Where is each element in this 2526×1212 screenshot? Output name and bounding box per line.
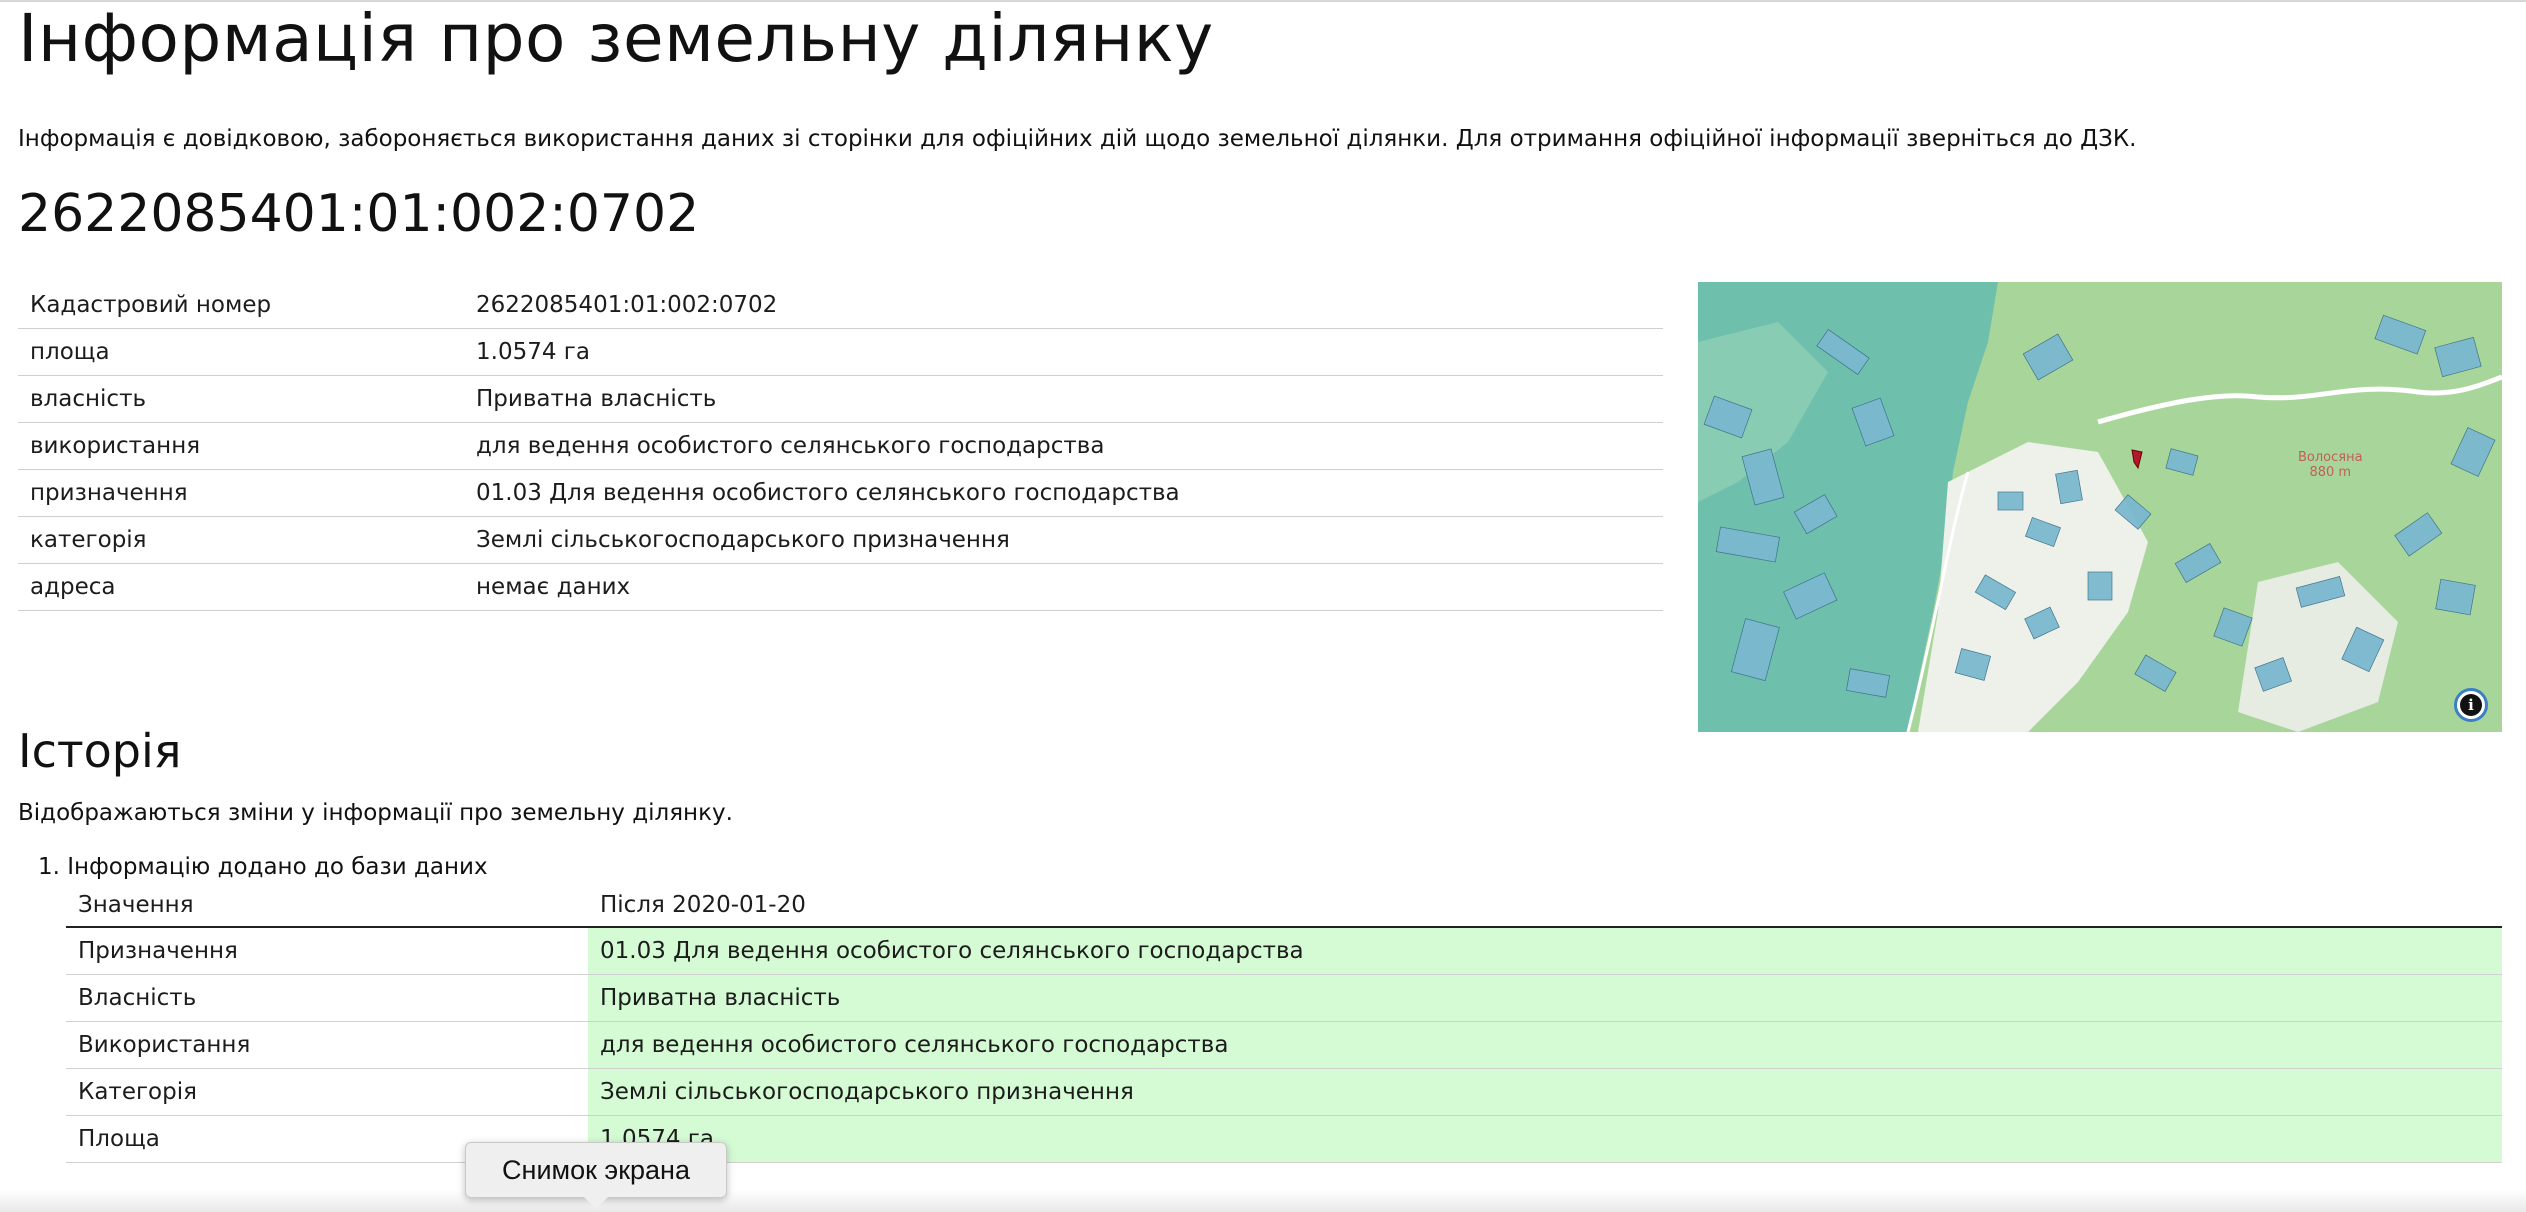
row-value: для ведення особистого селянського госпо… <box>588 1021 2502 1069</box>
table-header-row: Значення Після 2020-01-20 <box>66 884 2502 928</box>
table-row: категорія Землі сільськогосподарського пр… <box>18 516 1663 564</box>
table-row: Призначення 01.03 Для ведення особистого … <box>66 927 2502 975</box>
history-description: Відображаються зміни у інформації про зе… <box>18 800 733 826</box>
table-row: призначення 01.03 Для ведення особистого … <box>18 469 1663 517</box>
row-label: Категорія <box>66 1068 588 1116</box>
row-label: використання <box>18 422 464 470</box>
history-table: Значення Після 2020-01-20 Призначення 01.… <box>66 884 2502 1163</box>
map-canvas[interactable] <box>1698 282 2502 732</box>
row-label: Кадастровий номер <box>18 282 464 329</box>
table-row: власність Приватна власність <box>18 375 1663 423</box>
parcel-info-table: Кадастровий номер 2622085401:01:002:0702 … <box>18 282 1663 611</box>
row-value: 1.0574 га <box>588 1115 2502 1163</box>
info-icon: i <box>2460 694 2482 716</box>
history-item-title: 1. Інформацію додано до бази даних <box>38 854 488 880</box>
row-value: 01.03 Для ведення особистого селянського… <box>588 927 2502 975</box>
row-value: Землі сільськогосподарського призначення <box>588 1068 2502 1116</box>
column-header-value: Після 2020-01-20 <box>588 884 2502 928</box>
table-row: Використання для ведення особистого селян… <box>66 1021 2502 1069</box>
row-value: Приватна власність <box>588 974 2502 1022</box>
column-header-key: Значення <box>66 884 588 928</box>
row-label: Використання <box>66 1021 588 1069</box>
map-place-name: Волосяна <box>2298 450 2363 465</box>
row-value: 1.0574 га <box>464 328 1663 376</box>
map-place-label: Волосяна 880 m <box>2298 450 2363 480</box>
table-row: Категорія Землі сільськогосподарського пр… <box>66 1068 2502 1116</box>
row-label: категорія <box>18 516 464 564</box>
row-label: адреса <box>18 563 464 611</box>
row-label: призначення <box>18 469 464 517</box>
table-row: площа 1.0574 га <box>18 328 1663 376</box>
map-place-elevation: 880 m <box>2309 465 2352 480</box>
disclaimer-notice: Інформація є довідковою, забороняється в… <box>18 126 2137 152</box>
table-row: Кадастровий номер 2622085401:01:002:0702 <box>18 282 1663 329</box>
table-row: Площа 1.0574 га <box>66 1115 2502 1163</box>
row-value: Землі сільськогосподарського призначення <box>464 516 1663 564</box>
row-label: власність <box>18 375 464 423</box>
row-value: 2622085401:01:002:0702 <box>464 282 1663 329</box>
row-value: для ведення особистого селянського госпо… <box>464 422 1663 470</box>
row-value: немає даних <box>464 563 1663 611</box>
screenshot-tooltip[interactable]: Снимок экрана <box>465 1142 727 1209</box>
history-heading: Історія <box>18 724 182 778</box>
page-title: Інформація про земельну ділянку <box>18 0 1214 77</box>
row-value: Приватна власність <box>464 375 1663 423</box>
bottom-fade <box>0 1190 2526 1212</box>
map-info-button[interactable]: i <box>2454 688 2488 722</box>
parcel-map[interactable]: i <box>1698 282 2502 732</box>
row-label: площа <box>18 328 464 376</box>
table-row: Власність Приватна власність <box>66 974 2502 1022</box>
cadastral-number-heading: 2622085401:01:002:0702 <box>18 184 700 244</box>
row-label: Призначення <box>66 927 588 975</box>
row-value: 01.03 Для ведення особистого селянського… <box>464 469 1663 517</box>
row-label: Власність <box>66 974 588 1022</box>
table-row: використання для ведення особистого селян… <box>18 422 1663 470</box>
table-row: адреса немає даних <box>18 563 1663 611</box>
